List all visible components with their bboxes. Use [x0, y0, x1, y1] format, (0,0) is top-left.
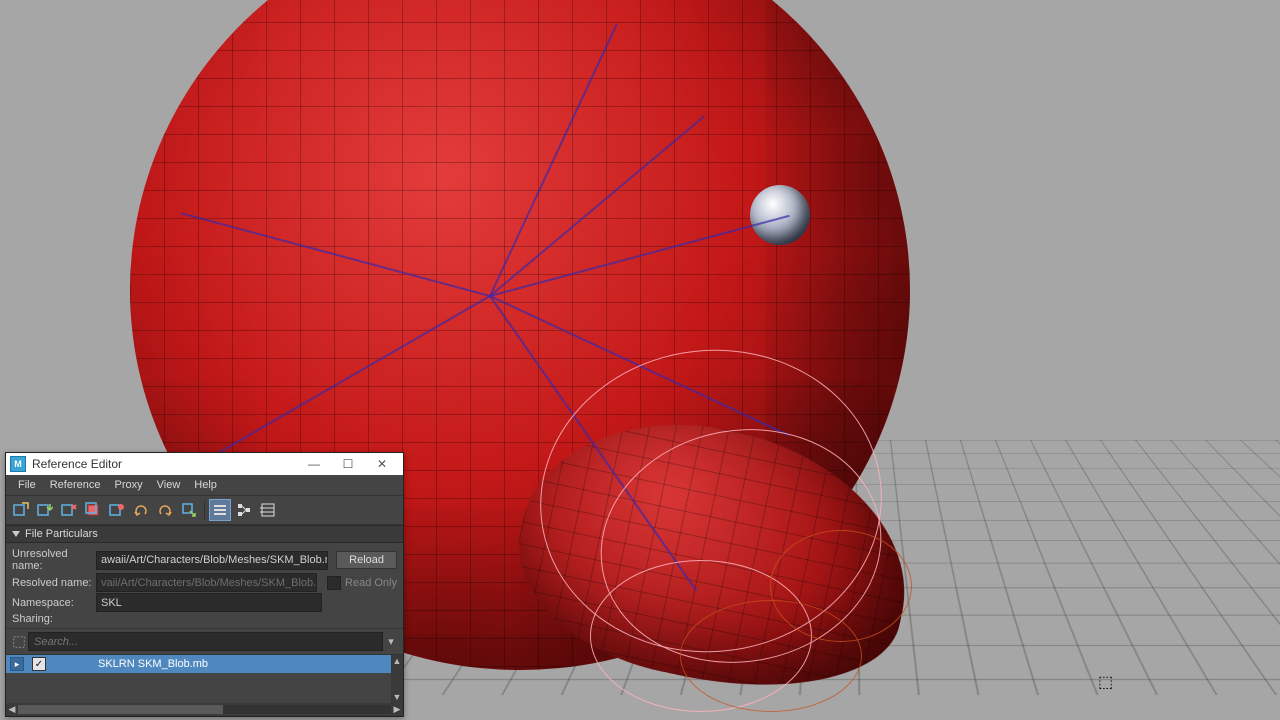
- toolbar: [6, 496, 403, 525]
- label-namespace: Namespace:: [12, 597, 96, 609]
- field-namespace[interactable]: SKL: [96, 593, 322, 612]
- label-unresolved: Unresolved name:: [12, 548, 96, 572]
- filter-view-icon[interactable]: [257, 499, 279, 521]
- scroll-track[interactable]: [18, 705, 391, 714]
- menubar: File Reference Proxy View Help: [6, 475, 403, 496]
- reload-reference-icon[interactable]: [82, 499, 104, 521]
- menu-help[interactable]: Help: [188, 477, 223, 493]
- field-resolved-name: vaii/Art/Characters/Blob/Meshes/SKM_Blob…: [96, 573, 317, 592]
- mouse-cursor-icon: ⬚: [1098, 672, 1113, 692]
- close-button[interactable]: ✕: [365, 453, 399, 475]
- menu-proxy[interactable]: Proxy: [109, 477, 149, 493]
- expand-toggle-icon[interactable]: ▸: [10, 657, 24, 671]
- scroll-left-icon[interactable]: ◀: [6, 704, 18, 715]
- menu-view[interactable]: View: [151, 477, 187, 493]
- scroll-up-icon[interactable]: ▲: [393, 655, 402, 667]
- select-reference-icon[interactable]: [178, 499, 200, 521]
- undo-reference-icon[interactable]: [154, 499, 176, 521]
- label-sharing: Sharing:: [12, 613, 96, 625]
- scroll-down-icon[interactable]: ▼: [393, 691, 402, 703]
- app-icon: M: [10, 456, 26, 472]
- menu-file[interactable]: File: [12, 477, 42, 493]
- toolbar-separator: [204, 501, 205, 519]
- remove-reference-icon[interactable]: [58, 499, 80, 521]
- label-readonly: Read Only: [345, 577, 397, 589]
- outliner-view-icon[interactable]: [233, 499, 255, 521]
- search-input[interactable]: [28, 632, 383, 651]
- window-title: Reference Editor: [32, 457, 297, 471]
- reference-list-item[interactable]: ▸ ✓ SKLRN SKM_Blob.mb: [6, 655, 403, 673]
- reference-item-label: SKLRN SKM_Blob.mb: [98, 658, 208, 670]
- search-scope-icon[interactable]: [10, 633, 28, 651]
- maximize-button[interactable]: ☐: [331, 453, 365, 475]
- reload-button[interactable]: Reload: [336, 551, 397, 569]
- search-row: ▾: [6, 628, 403, 655]
- section-file-particulars[interactable]: File Particulars: [6, 525, 403, 543]
- unload-reference-icon[interactable]: [106, 499, 128, 521]
- menu-reference[interactable]: Reference: [44, 477, 107, 493]
- label-resolved: Resolved name:: [12, 577, 96, 589]
- mesh-blob-eye: [750, 185, 810, 245]
- file-particulars-panel: Unresolved name: awaii/Art/Characters/Bl…: [6, 543, 403, 628]
- create-reference-icon[interactable]: [10, 499, 32, 521]
- import-reference-icon[interactable]: [34, 499, 56, 521]
- reference-editor-window[interactable]: M Reference Editor ― ☐ ✕ File Reference …: [5, 452, 404, 717]
- vertical-scrollbar[interactable]: ▲ ▼: [391, 655, 403, 703]
- minimize-button[interactable]: ―: [297, 453, 331, 475]
- disclosure-triangle-icon: [12, 531, 20, 537]
- replace-reference-icon[interactable]: [130, 499, 152, 521]
- readonly-checkbox[interactable]: [327, 576, 341, 590]
- scroll-right-icon[interactable]: ▶: [391, 704, 403, 715]
- reference-loaded-checkbox[interactable]: ✓: [32, 657, 46, 671]
- section-title: File Particulars: [25, 528, 98, 540]
- list-view-icon[interactable]: [209, 499, 231, 521]
- field-unresolved-name[interactable]: awaii/Art/Characters/Blob/Meshes/SKM_Blo…: [96, 551, 328, 570]
- titlebar[interactable]: M Reference Editor ― ☐ ✕: [6, 453, 403, 475]
- search-dropdown-icon[interactable]: ▾: [383, 635, 399, 648]
- reference-list[interactable]: ▸ ✓ SKLRN SKM_Blob.mb ▲ ▼: [6, 655, 403, 703]
- horizontal-scrollbar[interactable]: ◀ ▶: [6, 703, 403, 716]
- scroll-thumb[interactable]: [18, 705, 223, 714]
